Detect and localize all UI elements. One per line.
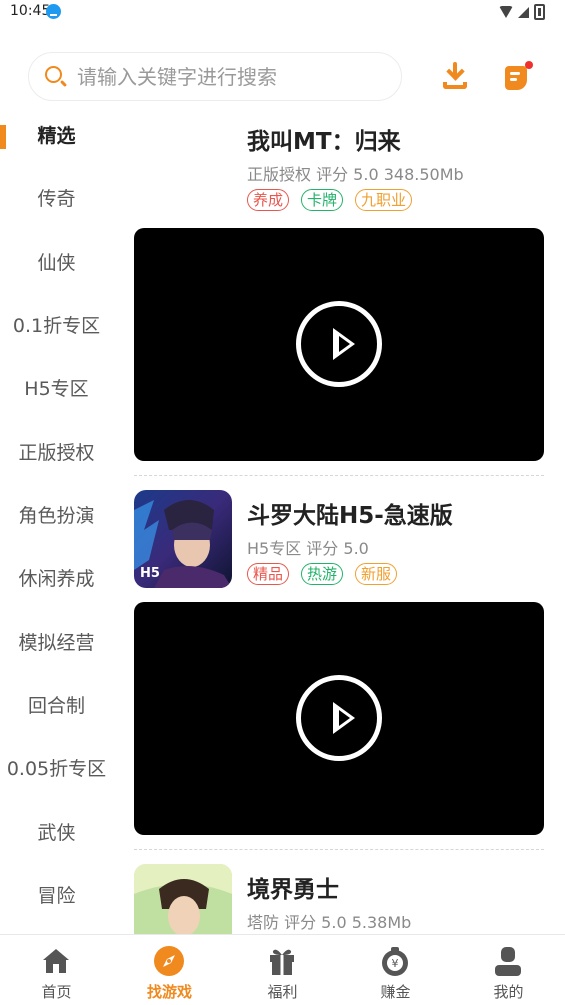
nav-mine[interactable]: 我的	[452, 935, 565, 1005]
sidebar-item-legend[interactable]: 传奇	[0, 168, 113, 231]
game-meta: 正版授权 评分 5.0 348.50Mb	[247, 165, 464, 184]
divider	[134, 849, 544, 850]
sidebar-item-wuxia[interactable]: 武侠	[0, 802, 113, 865]
nav-label: 福利	[267, 983, 298, 1001]
sidebar-item-featured[interactable]: 精选	[0, 105, 113, 168]
status-bar: 10:45	[0, 0, 565, 26]
bottom-nav: 首页 找游戏 福利 ¥ 赚金 我的	[0, 934, 565, 1005]
game-tag: 精品	[247, 563, 290, 585]
status-time: 10:45	[10, 3, 51, 19]
sidebar-item-xianxia[interactable]: 仙侠	[0, 232, 113, 295]
nav-label: 赚金	[380, 983, 411, 1001]
sidebar-item-turn-based[interactable]: 回合制	[0, 675, 113, 738]
game-thumbnail[interactable]: H5	[134, 490, 232, 588]
search-input[interactable]	[77, 63, 387, 91]
game-meta: 塔防 评分 5.0 5.38Mb	[247, 913, 412, 932]
search-icon	[45, 66, 62, 83]
search-bar[interactable]	[28, 52, 402, 101]
thumbnail-label: H5	[140, 566, 160, 581]
money-bag-icon: ¥	[382, 947, 408, 976]
signal-icon	[518, 6, 529, 18]
nav-label: 我的	[493, 983, 524, 1001]
status-icons	[499, 4, 545, 20]
game-tag: 卡牌	[301, 189, 344, 211]
wifi-icon	[499, 6, 513, 18]
game-title[interactable]: 境界勇士	[247, 870, 339, 904]
game-tag: 九职业	[355, 189, 413, 211]
home-icon	[43, 949, 69, 973]
nav-earn[interactable]: ¥ 赚金	[339, 935, 452, 1005]
notification-dot	[525, 61, 533, 69]
download-status-icon	[46, 4, 61, 19]
gift-icon	[270, 949, 294, 975]
message-button[interactable]	[505, 61, 533, 92]
sidebar-item-discount-005[interactable]: 0.05折专区	[0, 738, 113, 801]
game-title[interactable]: 我叫MT：归来	[247, 122, 401, 156]
nav-home[interactable]: 首页	[0, 935, 113, 1005]
nav-find-games[interactable]: 找游戏	[113, 935, 226, 1005]
divider	[134, 475, 544, 476]
sidebar-item-licensed[interactable]: 正版授权	[0, 422, 113, 485]
play-icon[interactable]	[296, 675, 382, 761]
game-title[interactable]: 斗罗大陆H5-急速版	[247, 496, 453, 530]
svg-text:¥: ¥	[392, 957, 399, 970]
game-tag: 养成	[247, 189, 290, 211]
video-player[interactable]	[134, 602, 544, 835]
user-icon	[495, 947, 521, 976]
sidebar-item-casual[interactable]: 休闲养成	[0, 548, 113, 611]
play-icon[interactable]	[296, 301, 382, 387]
sidebar-item-simulation[interactable]: 模拟经营	[0, 612, 113, 675]
sidebar-item-adventure[interactable]: 冒险	[0, 865, 113, 928]
sidebar-item-discount-01[interactable]: 0.1折专区	[0, 295, 113, 358]
sidebar-item-rpg[interactable]: 角色扮演	[0, 485, 113, 548]
video-player[interactable]	[134, 228, 544, 461]
game-meta: H5专区 评分 5.0	[247, 539, 369, 558]
nav-label: 找游戏	[146, 983, 192, 1001]
sidebar-item-h5[interactable]: H5专区	[0, 358, 113, 421]
nav-label: 首页	[41, 983, 72, 1001]
nav-welfare[interactable]: 福利	[226, 935, 339, 1005]
battery-icon	[534, 4, 545, 20]
compass-icon	[154, 946, 184, 976]
game-tag: 新服	[355, 563, 398, 585]
download-button[interactable]	[441, 62, 469, 90]
game-tag: 热游	[301, 563, 344, 585]
